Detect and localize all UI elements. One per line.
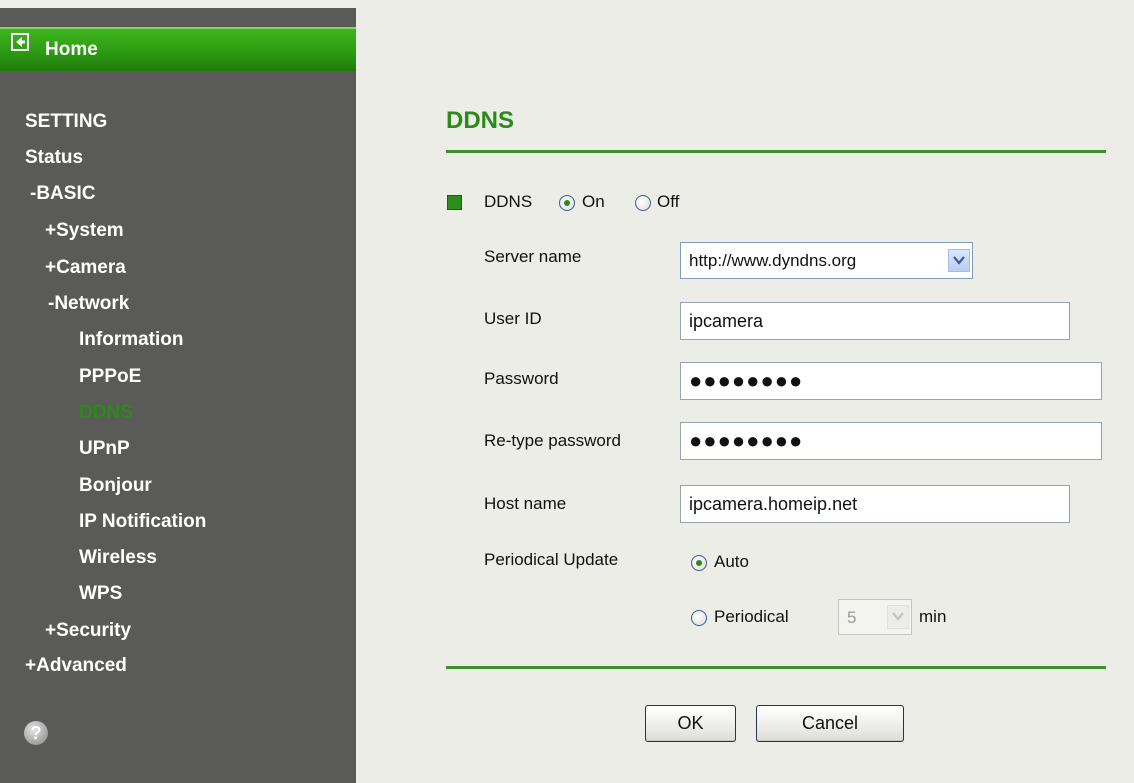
host-name-label: Host name [484, 494, 567, 513]
sidebar-item-wireless[interactable]: Wireless [79, 547, 157, 569]
ddns-on-label: On [582, 192, 605, 211]
sidebar-item-network[interactable]: -Network [48, 293, 129, 315]
password-input[interactable] [680, 362, 1102, 400]
sidebar-item-advanced[interactable]: +Advanced [25, 655, 127, 677]
home-label: Home [45, 39, 98, 60]
sidebar: Home SETTING Status -BASIC +System +Came… [0, 0, 356, 783]
chevron-down-icon [948, 249, 970, 272]
sidebar-item-upnp[interactable]: UPnP [79, 438, 130, 460]
green-square-icon [447, 195, 462, 210]
server-name-value: http://www.dyndns.org [689, 251, 857, 270]
back-arrow-icon [11, 33, 29, 51]
ok-button[interactable]: OK [645, 705, 736, 742]
ddns-off-label: Off [657, 192, 680, 211]
sidebar-item-system[interactable]: +System [45, 220, 124, 242]
period-value: 5 [847, 608, 857, 627]
password-label: Password [484, 369, 559, 388]
cancel-button[interactable]: Cancel [756, 705, 904, 742]
title-divider [446, 150, 1106, 153]
user-id-input[interactable] [680, 302, 1070, 340]
host-name-input[interactable] [680, 485, 1070, 523]
server-name-select[interactable]: http://www.dyndns.org [680, 242, 973, 279]
ddns-label: DDNS [484, 192, 533, 211]
sidebar-item-pppoe[interactable]: PPPoE [79, 366, 141, 388]
periodical-update-label: Periodical Update [484, 550, 619, 569]
server-name-label: Server name [484, 247, 582, 266]
ddns-on-radio[interactable] [559, 195, 575, 211]
periodical-update-option-label: Periodical [714, 607, 789, 626]
auto-update-radio[interactable] [691, 555, 707, 571]
bottom-divider [446, 666, 1106, 669]
sidebar-item-status[interactable]: Status [25, 147, 83, 169]
sidebar-heading-setting: SETTING [25, 111, 108, 132]
retype-password-input[interactable] [680, 422, 1102, 460]
sidebar-item-basic[interactable]: -BASIC [30, 183, 95, 205]
period-select[interactable]: 5 [838, 599, 912, 635]
sidebar-item-wps[interactable]: WPS [79, 583, 122, 605]
help-icon[interactable]: ? [24, 721, 48, 745]
sidebar-item-information[interactable]: Information [79, 329, 184, 351]
sidebar-top-border [0, 0, 356, 8]
sidebar-item-security[interactable]: +Security [45, 620, 131, 642]
home-button[interactable]: Home [0, 27, 356, 71]
chevron-down-icon [887, 605, 909, 629]
sidebar-item-bonjour[interactable]: Bonjour [79, 475, 152, 497]
user-id-label: User ID [484, 309, 542, 328]
periodical-update-radio[interactable] [691, 610, 707, 626]
ddns-off-radio[interactable] [635, 195, 651, 211]
auto-update-label: Auto [714, 552, 749, 571]
sidebar-item-camera[interactable]: +Camera [45, 257, 126, 279]
sidebar-item-ddns[interactable]: DDNS [79, 402, 133, 424]
sidebar-item-ip-notification[interactable]: IP Notification [79, 511, 206, 533]
retype-password-label: Re-type password [484, 431, 622, 450]
min-label: min [919, 607, 947, 626]
page-title: DDNS [446, 107, 515, 134]
